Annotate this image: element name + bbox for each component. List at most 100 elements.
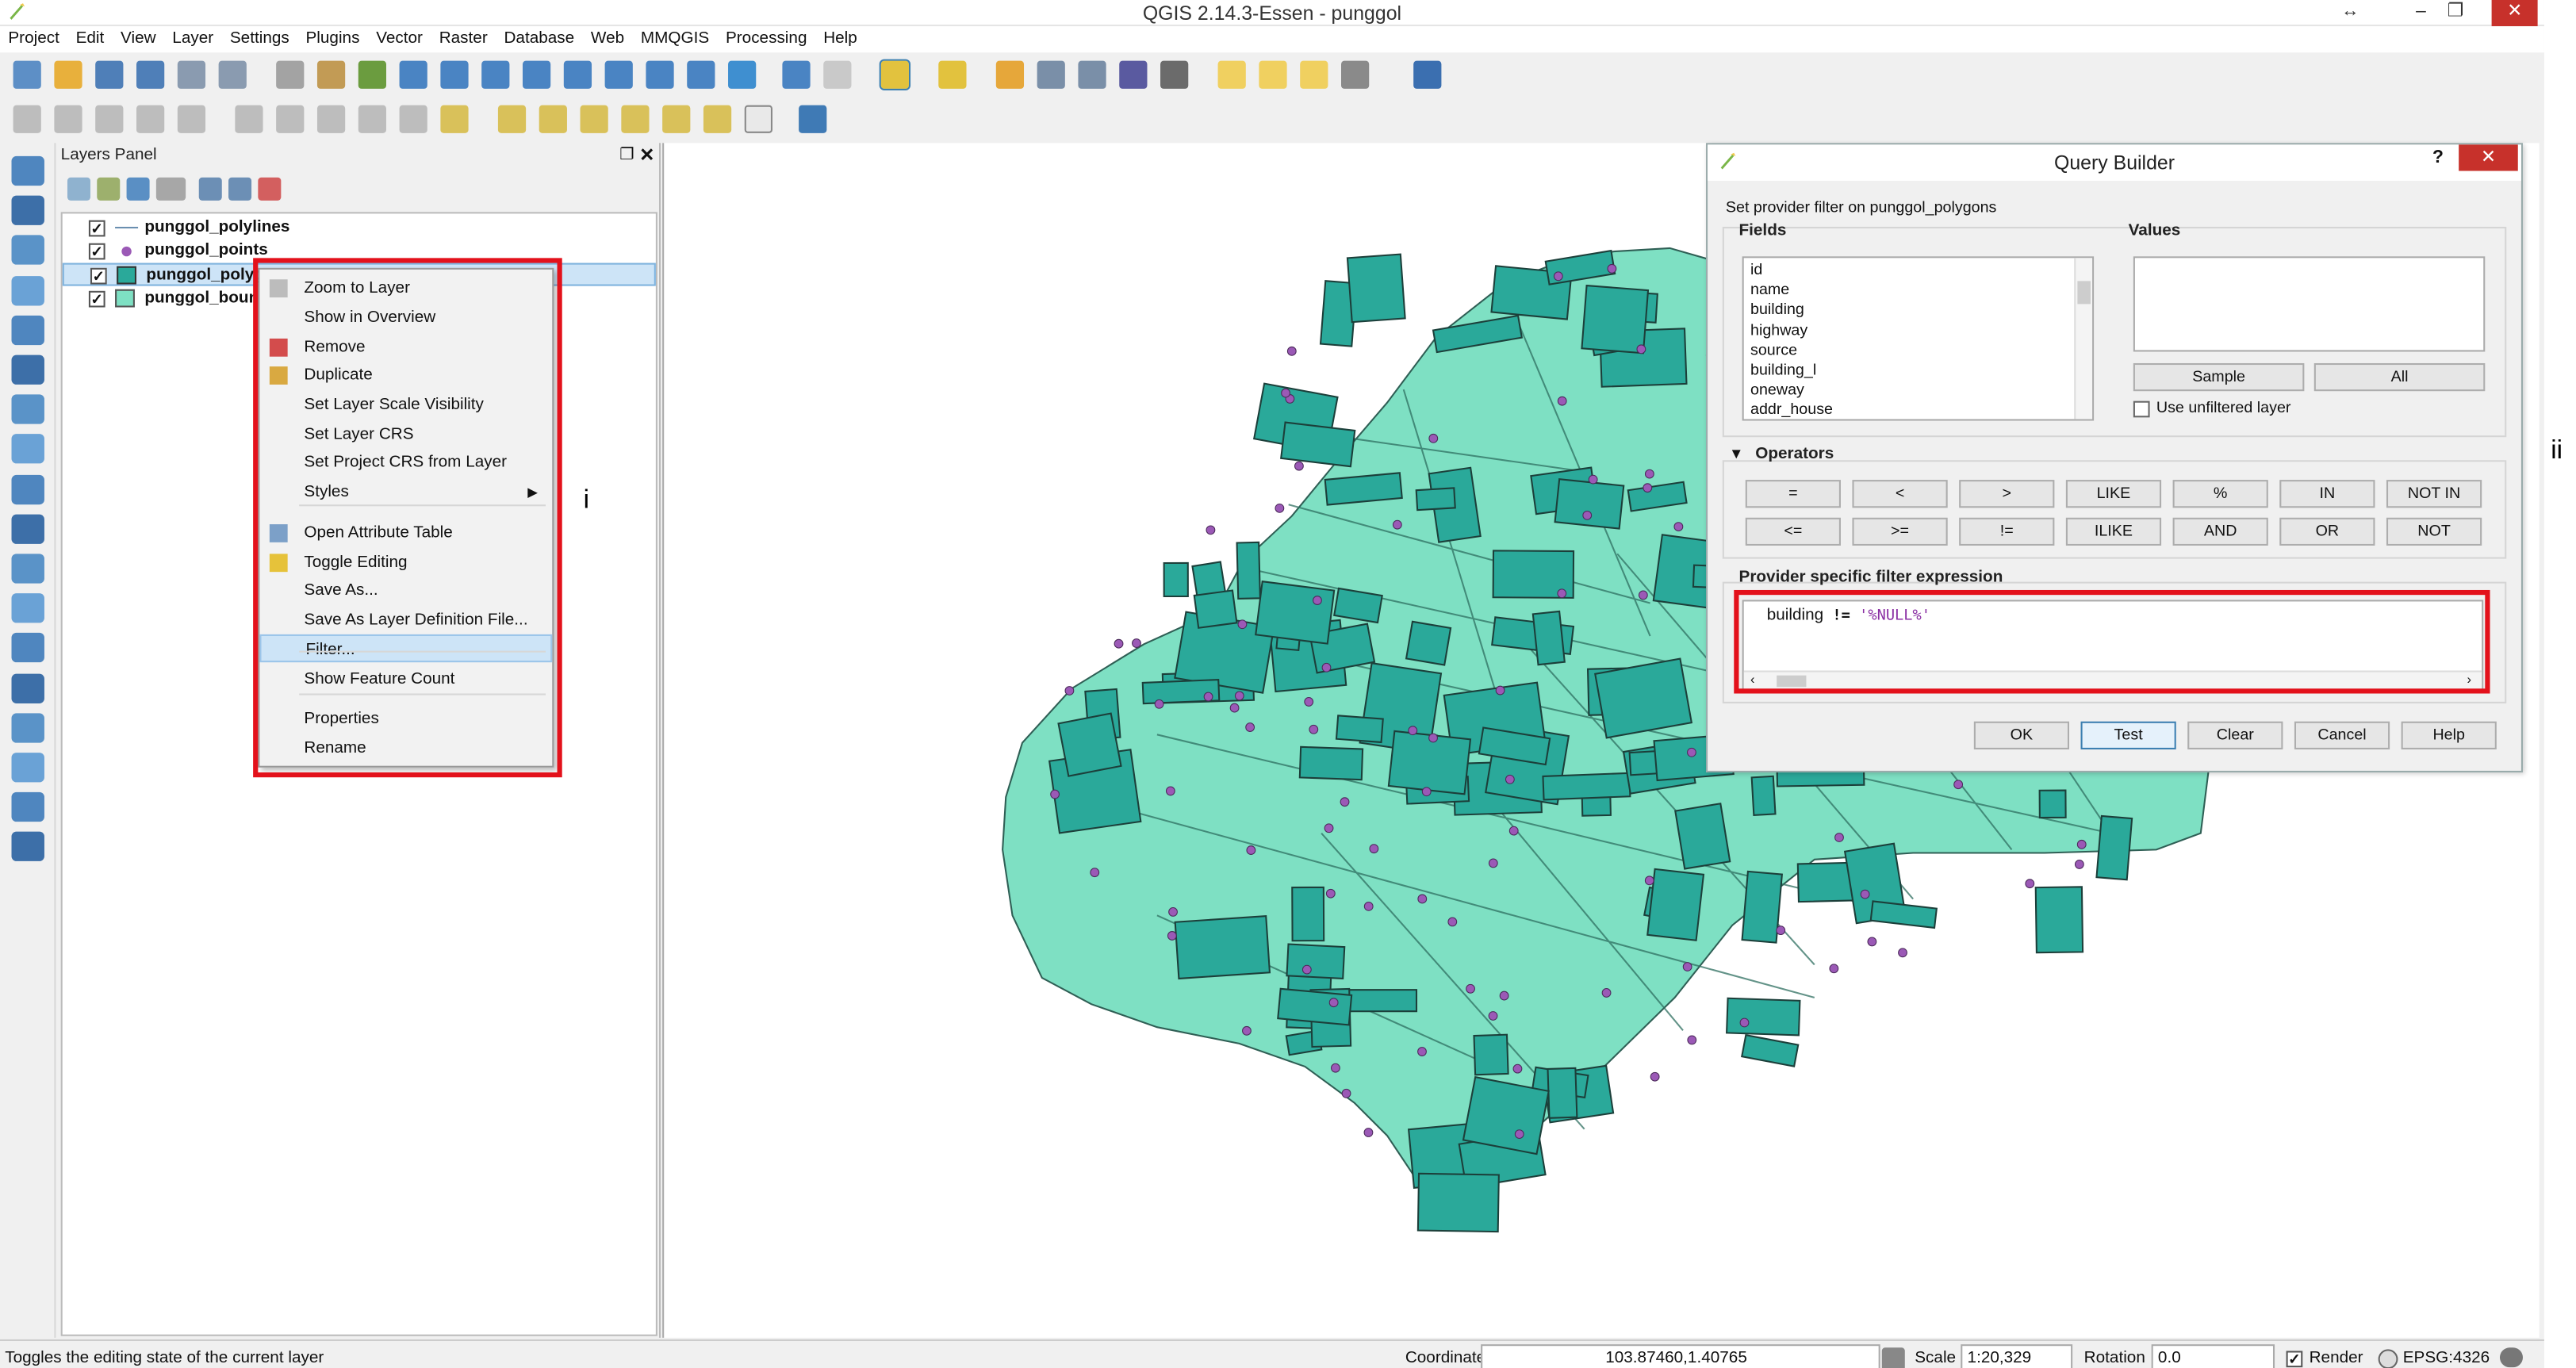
operator-button[interactable]: < — [1852, 480, 1948, 508]
new-print-composer-icon[interactable] — [177, 60, 206, 89]
menu-project[interactable]: Project — [0, 26, 67, 51]
measure-icon[interactable] — [1160, 60, 1189, 89]
layer-visibility-checkbox[interactable]: ✓ — [88, 243, 105, 260]
pin-labels-icon[interactable] — [539, 105, 567, 133]
digitize-tool-icon[interactable] — [11, 792, 44, 822]
zoom-last-icon[interactable] — [646, 60, 674, 89]
open-attribute-table-icon[interactable] — [1037, 60, 1065, 89]
save-edits-icon[interactable] — [95, 105, 124, 133]
pan-to-selection-icon[interactable] — [358, 60, 386, 89]
field-item[interactable]: addr_house — [1750, 401, 1833, 421]
operator-button[interactable]: LIKE — [2065, 480, 2162, 508]
test-button[interactable]: Test — [2080, 721, 2176, 749]
menu-database[interactable]: Database — [496, 26, 582, 51]
zoom-native-icon[interactable] — [604, 60, 633, 89]
move-feature-icon[interactable] — [177, 105, 206, 133]
filter-legend-icon[interactable] — [126, 177, 150, 201]
select-by-expression-icon[interactable] — [995, 60, 1025, 89]
composer-manager-icon[interactable] — [218, 60, 247, 89]
messages-icon[interactable] — [2499, 1347, 2523, 1368]
operator-button[interactable]: >= — [1852, 517, 1948, 546]
delete-selected-icon[interactable] — [276, 105, 305, 133]
close-panel-icon[interactable]: ✕ — [639, 144, 654, 166]
operator-button[interactable]: != — [1959, 517, 2055, 546]
filter-expression-icon[interactable] — [155, 177, 186, 201]
add-virtual-layer-icon[interactable] — [11, 514, 44, 544]
text-annotation-icon[interactable] — [1340, 60, 1370, 89]
touch-zoom-icon[interactable] — [276, 60, 305, 89]
fields-scrollbar[interactable] — [2074, 258, 2093, 420]
rotate-label-icon[interactable] — [662, 105, 691, 133]
help-icon[interactable]: ? — [2432, 148, 2444, 168]
show-hide-labels-icon[interactable] — [580, 105, 608, 133]
copy-features-icon[interactable] — [358, 105, 386, 133]
add-wms-layer-icon[interactable] — [11, 394, 44, 425]
values-list[interactable] — [2133, 256, 2486, 352]
zoom-in-icon[interactable] — [399, 60, 427, 89]
layer-visibility-checkbox[interactable]: ✓ — [90, 267, 107, 285]
add-wfs-layer-icon[interactable] — [11, 474, 44, 504]
add-gpx-icon[interactable] — [11, 712, 44, 743]
move-label-icon[interactable] — [621, 105, 650, 133]
layer-row-polylines[interactable]: ✓ punggol_polylines — [63, 217, 656, 240]
refresh-icon[interactable] — [728, 60, 757, 89]
coordinate-field[interactable]: 103.87460,1.40765 — [1481, 1344, 1880, 1368]
use-unfiltered-checkbox[interactable] — [2133, 400, 2150, 418]
help-icon[interactable] — [1413, 60, 1442, 89]
save-as-icon[interactable] — [136, 60, 165, 89]
field-calculator-icon[interactable] — [1078, 60, 1106, 89]
menu-settings[interactable]: Settings — [222, 26, 298, 51]
add-oracle-layer-icon[interactable] — [11, 354, 44, 385]
operator-button[interactable]: AND — [2172, 517, 2268, 546]
zoom-layer-icon[interactable] — [563, 60, 592, 89]
menu-layer[interactable]: Layer — [164, 26, 222, 51]
add-vector-layer-icon[interactable] — [11, 155, 44, 186]
select-features-icon[interactable] — [879, 59, 911, 90]
menu-help[interactable]: Help — [815, 26, 865, 51]
sample-button[interactable]: Sample — [2133, 362, 2305, 392]
deselect-icon[interactable] — [938, 60, 967, 89]
cut-features-icon[interactable] — [316, 105, 346, 133]
collapse-arrow-icon[interactable]: ▼ — [1729, 446, 1743, 462]
new-spatialite-layer-icon[interactable] — [11, 633, 44, 663]
menu-vector[interactable]: Vector — [368, 26, 431, 51]
menu-mmqgis[interactable]: MMQGIS — [633, 26, 718, 51]
operator-button[interactable]: % — [2172, 480, 2268, 508]
clear-button[interactable]: Clear — [2187, 721, 2283, 749]
crs-label[interactable]: EPSG:4326 — [2403, 1349, 2490, 1367]
annotation-text-icon[interactable] — [1217, 60, 1246, 89]
paste-features-icon[interactable] — [399, 105, 427, 133]
identify-icon[interactable] — [782, 60, 811, 89]
pan-map-icon[interactable] — [316, 60, 346, 89]
menu-raster[interactable]: Raster — [431, 26, 496, 51]
menu-view[interactable]: View — [113, 26, 164, 51]
menu-edit[interactable]: Edit — [67, 26, 112, 51]
statistics-icon[interactable] — [1119, 60, 1148, 89]
new-gps-layer-icon[interactable] — [11, 673, 44, 703]
close-dialog-button[interactable]: ✕ — [2459, 144, 2518, 171]
operator-button[interactable]: > — [1959, 480, 2055, 508]
annotation-form-icon[interactable] — [1259, 60, 1287, 89]
resize-icon[interactable]: ↔ — [2327, 0, 2373, 26]
cancel-button[interactable]: Cancel — [2294, 721, 2390, 749]
fields-list[interactable]: id name building highway source building_l one… — [1742, 256, 2095, 421]
float-panel-icon[interactable]: ❐ — [619, 146, 634, 164]
add-postgis-layer-icon[interactable] — [11, 236, 44, 266]
new-project-icon[interactable] — [13, 60, 41, 89]
extents-toggle-icon[interactable] — [1881, 1347, 1905, 1368]
zoom-next-icon[interactable] — [687, 60, 715, 89]
csw-icon[interactable] — [744, 105, 772, 133]
crs-globe-icon[interactable] — [2378, 1349, 2398, 1368]
render-checkbox[interactable]: ✓ — [2286, 1351, 2303, 1368]
scale-field[interactable]: 1:20,329 — [1961, 1344, 2073, 1368]
field-item[interactable]: building — [1750, 301, 1804, 321]
field-item[interactable]: id — [1750, 261, 1762, 281]
add-mssql-layer-icon[interactable] — [11, 315, 44, 345]
operator-button[interactable]: NOT — [2386, 517, 2482, 546]
remove-layer-icon[interactable] — [258, 177, 282, 201]
expand-all-icon[interactable] — [198, 177, 222, 201]
annotation-svg-icon[interactable] — [1300, 60, 1328, 89]
new-shapefile-layer-icon[interactable] — [11, 593, 44, 623]
rotation-field[interactable]: 0.0 — [2151, 1344, 2275, 1368]
operator-button[interactable]: ILIKE — [2065, 517, 2162, 546]
